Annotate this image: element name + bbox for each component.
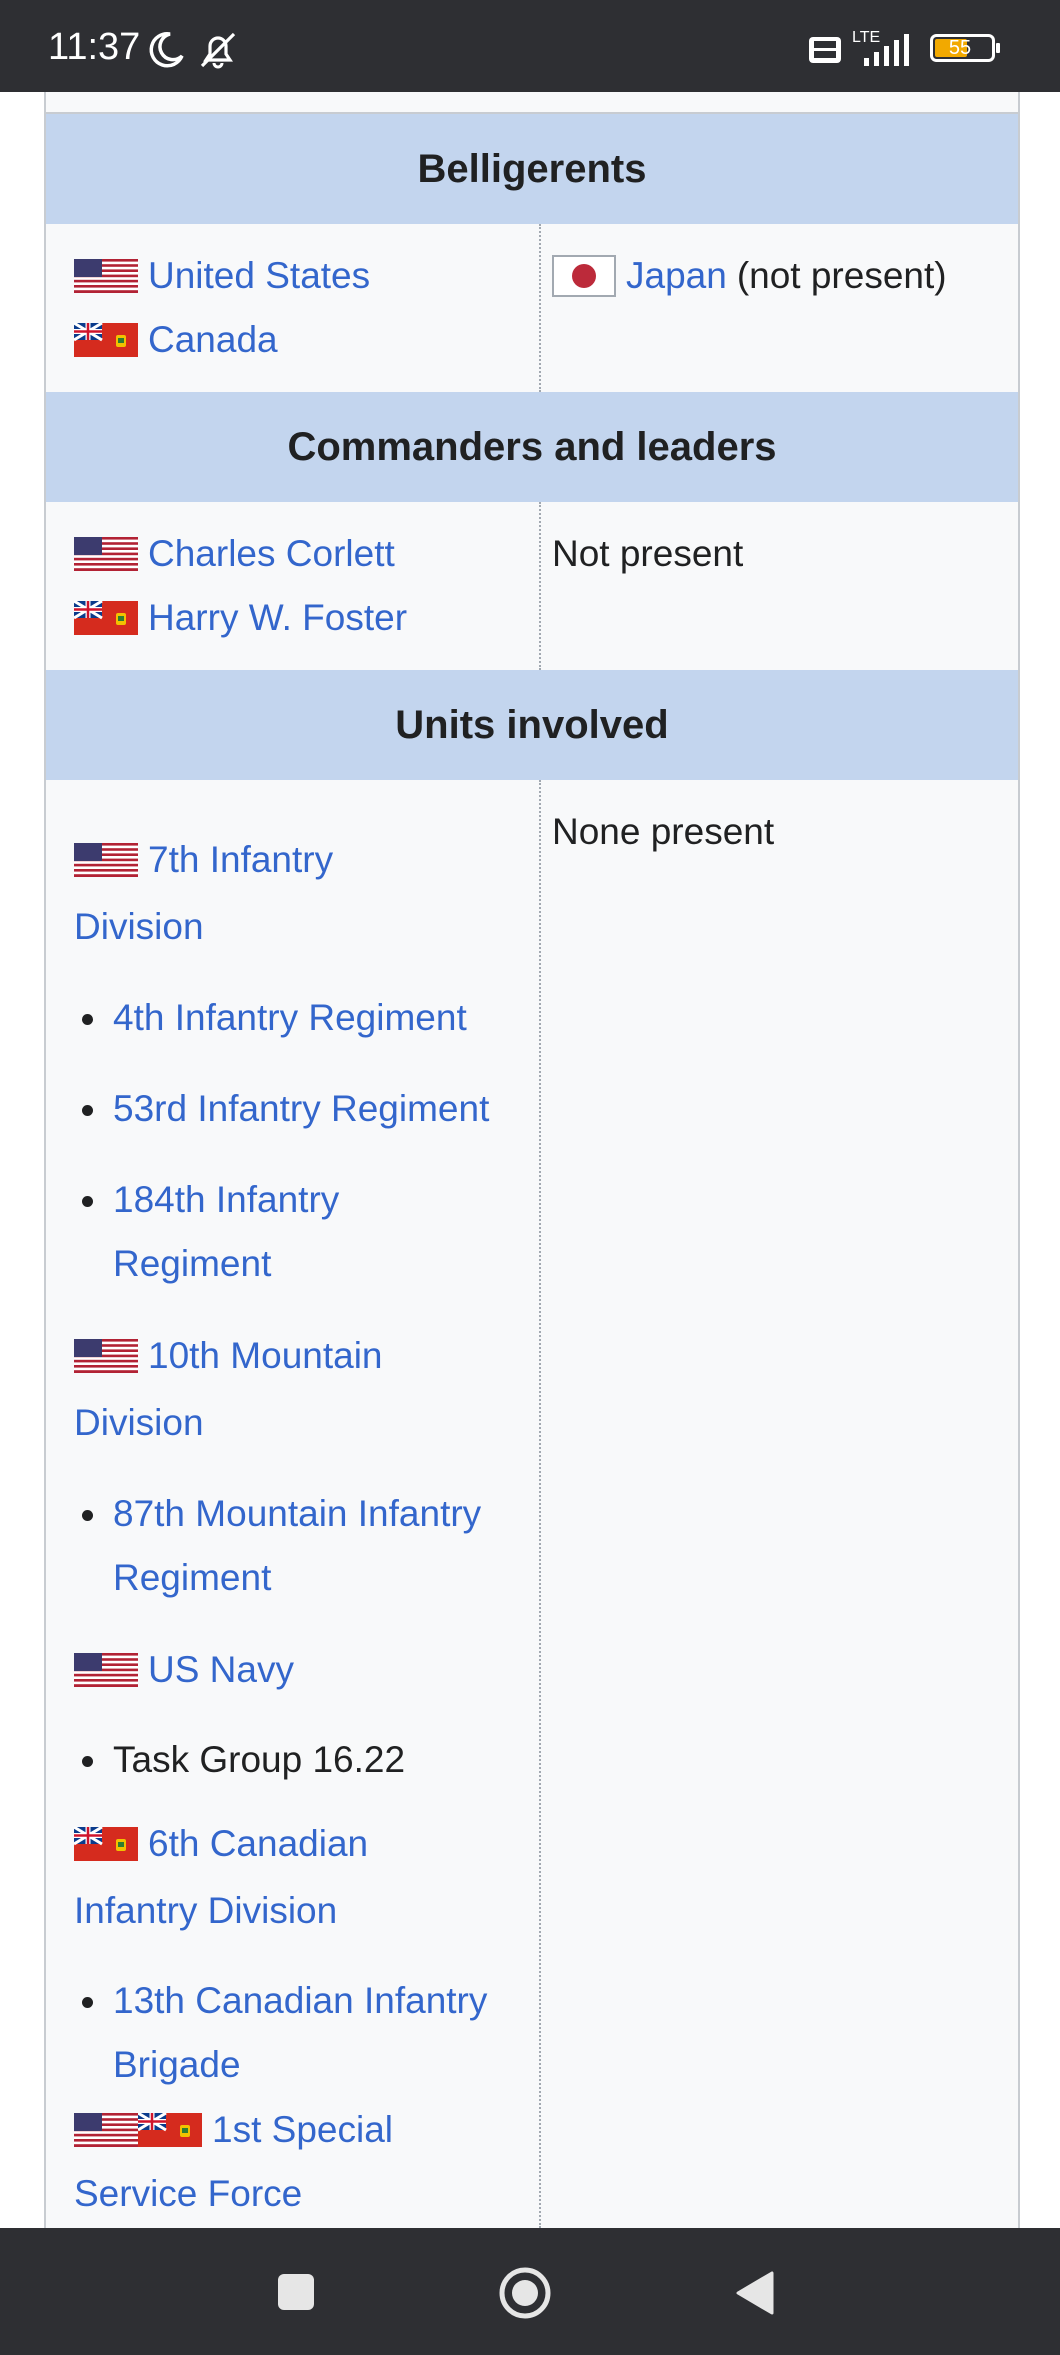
canada-red-ensign-icon xyxy=(138,2113,202,2147)
unit-ssf-line2[interactable]: Service Force xyxy=(74,2162,393,2226)
unit-87th-line2[interactable]: Regiment xyxy=(113,1546,481,1610)
us-flag-icon xyxy=(74,1653,138,1687)
unit-7th-line1[interactable]: 7th Infantry xyxy=(148,828,333,892)
square-icon[interactable] xyxy=(276,2272,316,2312)
bullet xyxy=(82,1756,93,1767)
unit-13th-line2[interactable]: Brigade xyxy=(113,2033,487,2097)
canada-red-ensign-icon xyxy=(74,601,138,635)
ally-us[interactable]: United States xyxy=(74,244,370,308)
unit-ssf-line1[interactable]: 1st Special xyxy=(212,2098,393,2162)
enemy-japan: Japan (not present) xyxy=(552,244,947,308)
article-page: Belligerents United States Canada Japan … xyxy=(0,92,1060,2228)
us-flag-icon xyxy=(74,2113,138,2147)
ally-canada-link[interactable]: Canada xyxy=(148,308,278,372)
bell-off-icon xyxy=(200,32,236,69)
belligerents-header: Belligerents xyxy=(46,114,1018,224)
unit-us-navy-link[interactable]: US Navy xyxy=(148,1638,294,1702)
commander-foster-link[interactable]: Harry W. Foster xyxy=(148,586,407,650)
unit-1st-special-service-force[interactable]: 1st Special Service Force xyxy=(74,2098,393,2226)
bullet xyxy=(82,1997,93,2008)
us-flag-icon xyxy=(74,537,138,571)
bullet xyxy=(82,1014,93,1025)
unit-10th-line1[interactable]: 10th Mountain xyxy=(148,1324,383,1388)
bullet xyxy=(82,1510,93,1521)
enemy-japan-link[interactable]: Japan xyxy=(626,244,727,308)
home-circle-icon[interactable] xyxy=(498,2266,552,2320)
canada-red-ensign-icon xyxy=(74,1827,138,1861)
commander-corlett-link[interactable]: Charles Corlett xyxy=(148,522,395,586)
infobox: Belligerents United States Canada Japan … xyxy=(44,92,1020,2228)
us-flag-icon xyxy=(74,843,138,877)
ally-canada[interactable]: Canada xyxy=(74,308,370,372)
unit-184th-line2[interactable]: Regiment xyxy=(113,1232,339,1296)
commander-foster[interactable]: Harry W. Foster xyxy=(74,586,407,650)
unit-10th-mountain-division[interactable]: 10th Mountain Division xyxy=(74,1320,383,1455)
status-bar: 11:37 LTE 55 xyxy=(0,0,1060,92)
unit-10th-line2[interactable]: Division xyxy=(74,1391,383,1455)
unit-6th-line1[interactable]: 6th Canadian xyxy=(148,1812,368,1876)
unit-7th-line2[interactable]: Division xyxy=(74,895,333,959)
unit-4th-infantry-regiment[interactable]: 4th Infantry Regiment xyxy=(113,986,467,1050)
canada-red-ensign-icon xyxy=(74,323,138,357)
battery-level: 55 xyxy=(948,37,972,59)
moon-icon xyxy=(149,32,184,68)
enemy-note: (not present) xyxy=(736,255,947,296)
unit-184th-line1[interactable]: 184th Infantry xyxy=(113,1168,339,1232)
commander-corlett[interactable]: Charles Corlett xyxy=(74,522,407,586)
unit-87th-line1[interactable]: 87th Mountain Infantry xyxy=(113,1482,481,1546)
column-divider xyxy=(539,502,541,670)
enemy-units: None present xyxy=(552,811,775,852)
unit-53rd-infantry-regiment[interactable]: 53rd Infantry Regiment xyxy=(113,1077,489,1141)
us-flag-icon xyxy=(74,1339,138,1373)
unit-184th-infantry-regiment[interactable]: 184th Infantry Regiment xyxy=(113,1168,339,1296)
lte-label: LTE xyxy=(852,29,880,46)
unit-13th-line1[interactable]: 13th Canadian Infantry xyxy=(113,1969,487,2033)
bullet xyxy=(82,1196,93,1207)
system-navigation-bar xyxy=(0,2228,1060,2355)
unit-us-navy[interactable]: US Navy xyxy=(74,1634,294,1705)
us-flag-icon xyxy=(74,259,138,293)
units-header: Units involved xyxy=(46,670,1018,780)
back-triangle-icon[interactable] xyxy=(734,2270,776,2316)
signal-icon: LTE xyxy=(852,29,909,66)
column-divider xyxy=(539,780,541,2228)
column-divider xyxy=(539,224,541,392)
unit-6th-canadian-infantry-division[interactable]: 6th Canadian Infantry Division xyxy=(74,1808,368,1943)
bullet xyxy=(82,1105,93,1116)
enemy-commanders: Not present xyxy=(552,533,744,574)
unit-6th-line2[interactable]: Infantry Division xyxy=(74,1879,368,1943)
unit-task-group: Task Group 16.22 xyxy=(113,1739,406,1780)
unit-13th-canadian-infantry-brigade[interactable]: 13th Canadian Infantry Brigade xyxy=(113,1969,487,2097)
commanders-header: Commanders and leaders xyxy=(46,392,1018,502)
japan-flag-icon xyxy=(552,255,616,297)
volte-icon xyxy=(809,37,841,63)
ally-us-link[interactable]: United States xyxy=(148,244,370,308)
unit-7th-infantry-division[interactable]: 7th Infantry Division xyxy=(74,824,333,959)
status-time: 11:37 xyxy=(48,26,141,68)
unit-87th-mountain-infantry-regiment[interactable]: 87th Mountain Infantry Regiment xyxy=(113,1482,481,1610)
